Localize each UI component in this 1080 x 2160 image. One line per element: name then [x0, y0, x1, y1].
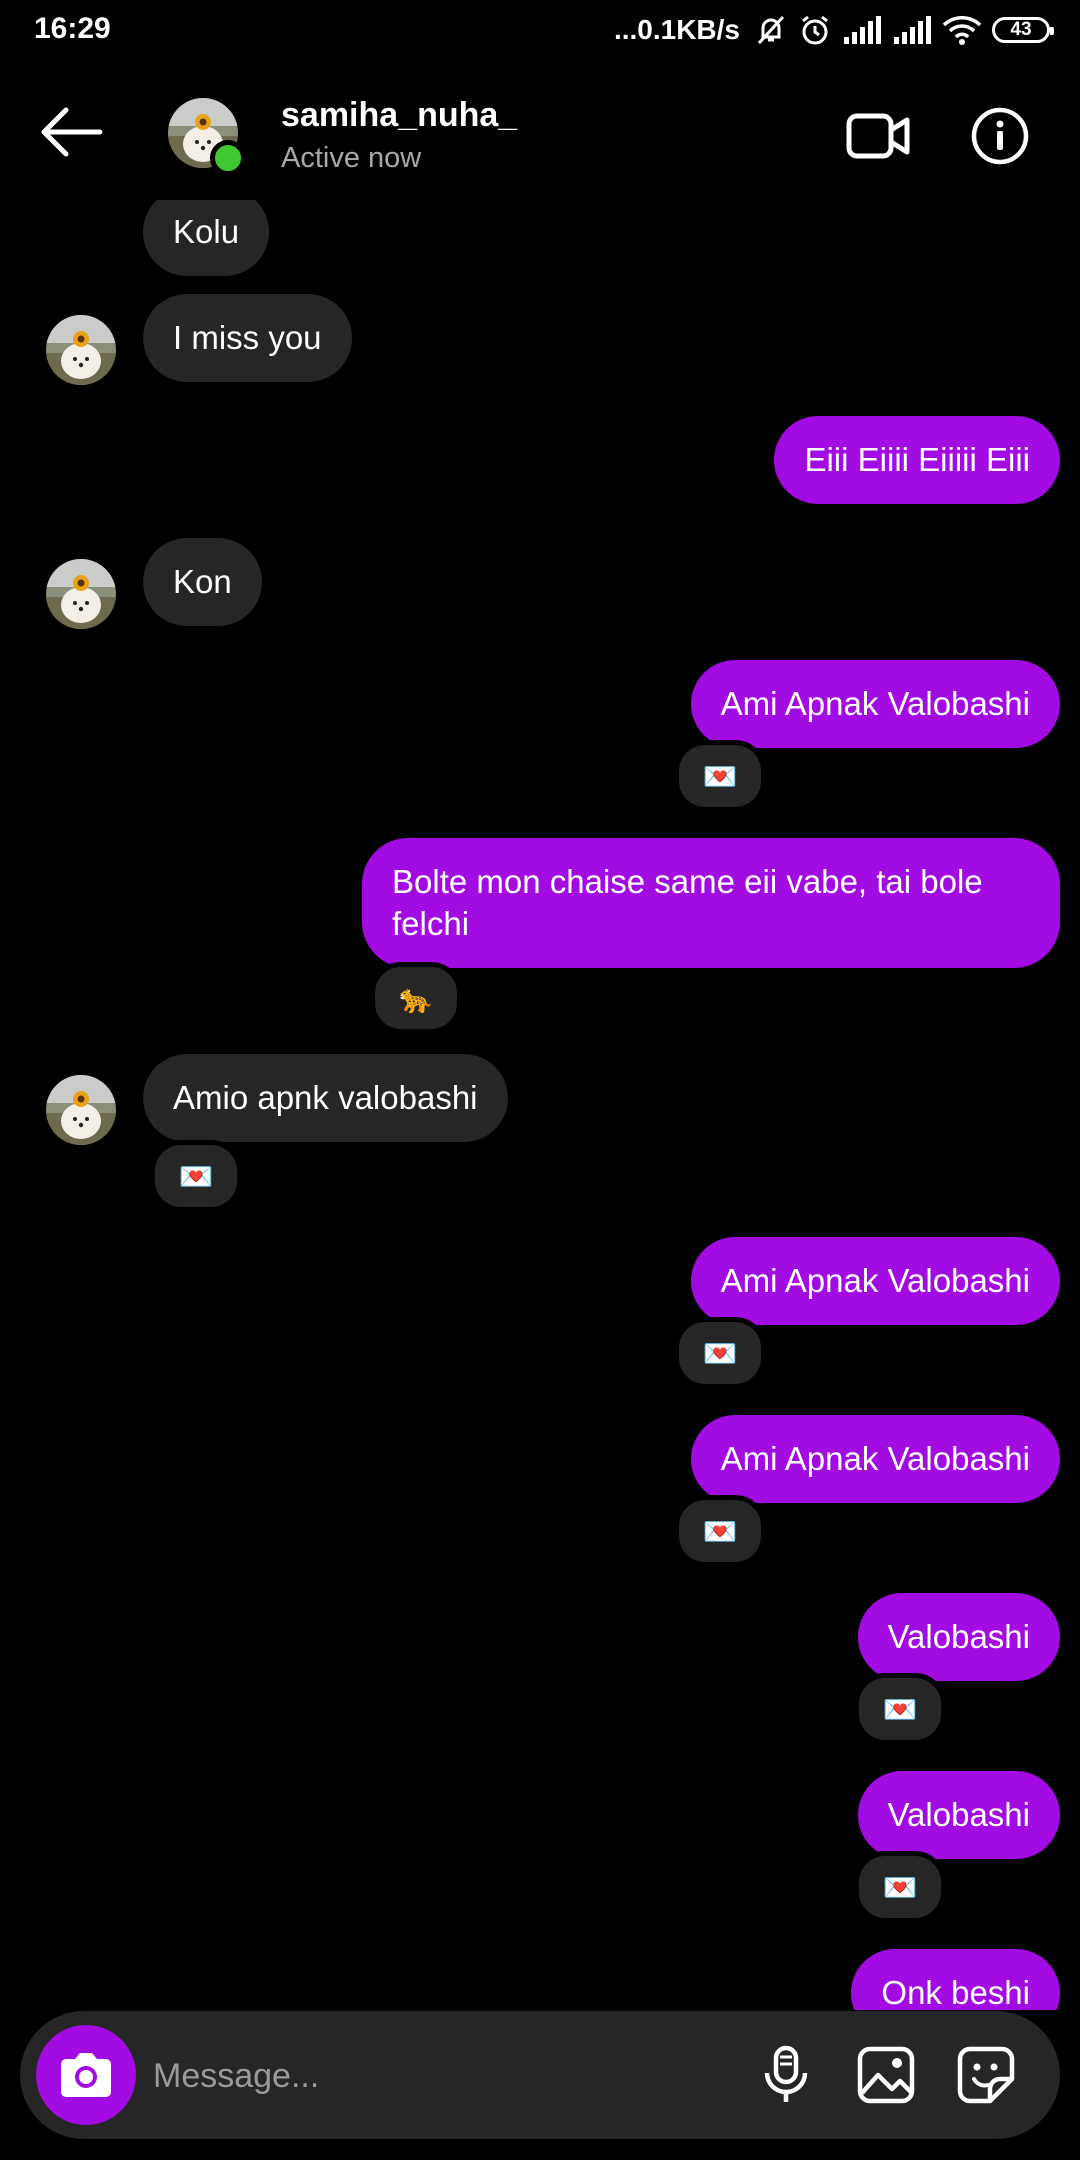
message-text: Kolu — [173, 213, 240, 250]
message-bubble-outgoing[interactable]: Valobashi — [857, 1771, 1060, 1859]
message-text: I miss you — [173, 319, 322, 356]
info-icon[interactable] — [970, 106, 1030, 166]
message-input[interactable] — [151, 2045, 715, 2107]
signal-icon — [844, 16, 881, 44]
online-indicator — [210, 140, 246, 176]
message-bubble-outgoing[interactable]: Onk beshi — [851, 1949, 1060, 2010]
reaction-badge[interactable]: 💌 — [674, 1317, 766, 1389]
battery-indicator: 43 — [992, 17, 1054, 43]
reaction-emoji: 💌 — [702, 1515, 738, 1547]
message-text: Bolte mon chaise same eii vabe, tai bole… — [392, 863, 983, 942]
message-bubble-outgoing[interactable]: Bolte mon chaise same eii vabe, tai bole… — [362, 838, 1060, 968]
contact-status: Active now — [281, 142, 422, 174]
reaction-emoji: 🐆 — [398, 982, 434, 1014]
message-text: Ami Apnak Valobashi — [720, 1440, 1030, 1477]
status-icons: ...0.1KB/s 43 — [613, 10, 1054, 50]
gallery-icon[interactable] — [856, 2045, 916, 2105]
avatar[interactable] — [46, 1075, 116, 1145]
sticker-icon[interactable] — [956, 2045, 1016, 2105]
avatar[interactable] — [46, 559, 116, 629]
message-bubble-outgoing[interactable]: Valobashi — [857, 1593, 1060, 1681]
message-bubble-outgoing[interactable]: Ami Apnak Valobashi — [690, 660, 1060, 748]
battery-level: 43 — [1010, 19, 1032, 40]
chat-header: samiha_nuha_ Active now — [0, 62, 1080, 212]
reaction-badge[interactable]: 💌 — [854, 1673, 946, 1745]
message-text: Amio apnk valobashi — [173, 1079, 478, 1116]
contact-name[interactable]: samiha_nuha_ — [281, 96, 517, 135]
camera-button[interactable] — [36, 2025, 136, 2125]
back-arrow-icon[interactable] — [36, 104, 106, 160]
reaction-badge[interactable]: 💌 — [674, 740, 766, 812]
reaction-emoji: 💌 — [178, 1160, 214, 1192]
message-composer — [20, 2011, 1060, 2139]
avatar[interactable] — [46, 315, 116, 385]
camera-icon — [61, 2053, 111, 2097]
reaction-emoji: 💌 — [882, 1871, 918, 1903]
status-time: 16:29 — [34, 12, 111, 45]
message-text: Ami Apnak Valobashi — [720, 1262, 1030, 1299]
reaction-badge[interactable]: 🐆 — [370, 962, 462, 1034]
mute-icon — [757, 15, 785, 45]
contact-avatar[interactable] — [168, 98, 246, 176]
signal-icon — [894, 16, 931, 44]
message-bubble-incoming[interactable]: I miss you — [143, 294, 352, 382]
wifi-icon — [942, 16, 982, 45]
message-bubble-incoming[interactable]: Kolu — [143, 200, 270, 276]
reaction-badge[interactable]: 💌 — [674, 1495, 766, 1567]
reaction-emoji: 💌 — [702, 1337, 738, 1369]
message-bubble-outgoing[interactable]: Ami Apnak Valobashi — [690, 1415, 1060, 1503]
message-text: Onk beshi — [881, 1974, 1030, 2010]
message-text: Ami Apnak Valobashi — [720, 685, 1030, 722]
alarm-icon — [802, 15, 828, 45]
message-text: Valobashi — [887, 1618, 1031, 1655]
microphone-icon[interactable] — [756, 2045, 816, 2105]
video-call-icon[interactable] — [846, 110, 910, 162]
reaction-badge[interactable]: 💌 — [150, 1140, 242, 1212]
message-bubble-incoming[interactable]: Amio apnk valobashi — [143, 1054, 508, 1142]
reaction-emoji: 💌 — [702, 760, 738, 792]
message-text: Kon — [173, 563, 232, 600]
status-bar: 16:29 ...0.1KB/s 43 — [0, 0, 1080, 62]
message-text: Valobashi — [887, 1796, 1031, 1833]
message-bubble-outgoing[interactable]: Ami Apnak Valobashi — [690, 1237, 1060, 1325]
message-text: Eiii Eiiii Eiiiii Eiii — [804, 441, 1030, 478]
message-bubble-outgoing[interactable]: Eiii Eiiii Eiiiii Eiii — [774, 416, 1060, 504]
message-bubble-incoming[interactable]: Kon — [143, 538, 262, 626]
reaction-badge[interactable]: 💌 — [854, 1851, 946, 1923]
message-list[interactable]: Kolu I miss you Eiii Eiiii Eiiiii Eiii K… — [0, 200, 1080, 2010]
reaction-emoji: 💌 — [882, 1693, 918, 1725]
network-speed: ...0.1KB/s — [613, 14, 740, 45]
